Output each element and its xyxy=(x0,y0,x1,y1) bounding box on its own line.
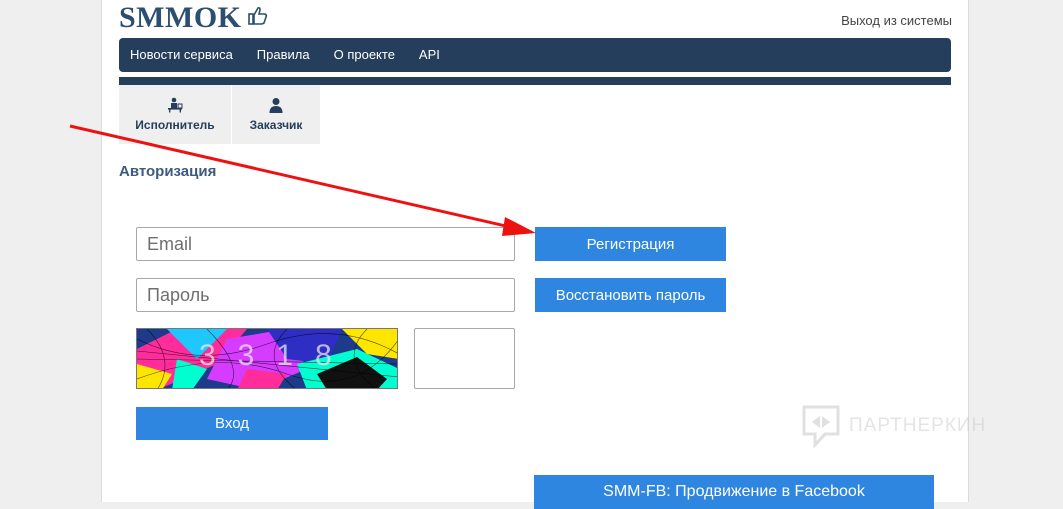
captcha-code: 3318 xyxy=(199,339,354,372)
logout-link[interactable]: Выход из системы xyxy=(841,13,952,28)
captcha-image: 3318 xyxy=(136,328,398,389)
logo-text: SMMOK xyxy=(119,1,242,34)
register-button[interactable]: Регистрация xyxy=(535,227,726,261)
thumbs-up-icon xyxy=(247,6,267,25)
email-input[interactable] xyxy=(136,227,515,261)
watermark: ПАРТНЕРКИН xyxy=(801,404,986,448)
tab-customer[interactable]: Заказчик xyxy=(231,85,320,144)
role-tabs: Исполнитель Заказчик xyxy=(119,85,320,144)
auth-title: Авторизация xyxy=(119,163,217,180)
navbar-divider xyxy=(119,77,951,85)
tab-customer-label: Заказчик xyxy=(249,118,303,132)
nav-item-about[interactable]: О проекте xyxy=(322,38,407,72)
promo-facebook-button[interactable]: SMM-FB: Продвижение в Facebook xyxy=(534,475,934,509)
tab-executor[interactable]: Исполнитель xyxy=(119,85,231,144)
restore-password-button[interactable]: Восстановить пароль xyxy=(535,278,726,312)
worker-desk-icon xyxy=(168,97,183,113)
chat-bubble-icon xyxy=(802,405,840,448)
login-button[interactable]: Вход xyxy=(136,407,328,440)
nav-item-api[interactable]: API xyxy=(407,38,452,72)
tab-executor-label: Исполнитель xyxy=(135,118,215,132)
captcha-input[interactable] xyxy=(414,328,515,389)
nav-item-rules[interactable]: Правила xyxy=(245,38,322,72)
user-icon xyxy=(269,98,283,113)
watermark-text: ПАРТНЕРКИН xyxy=(849,415,987,436)
logo[interactable]: SMMOK xyxy=(119,1,268,34)
password-input[interactable] xyxy=(136,278,515,312)
top-navbar: Новости сервиса Правила О проекте API xyxy=(119,38,951,72)
nav-item-news[interactable]: Новости сервиса xyxy=(119,38,245,72)
